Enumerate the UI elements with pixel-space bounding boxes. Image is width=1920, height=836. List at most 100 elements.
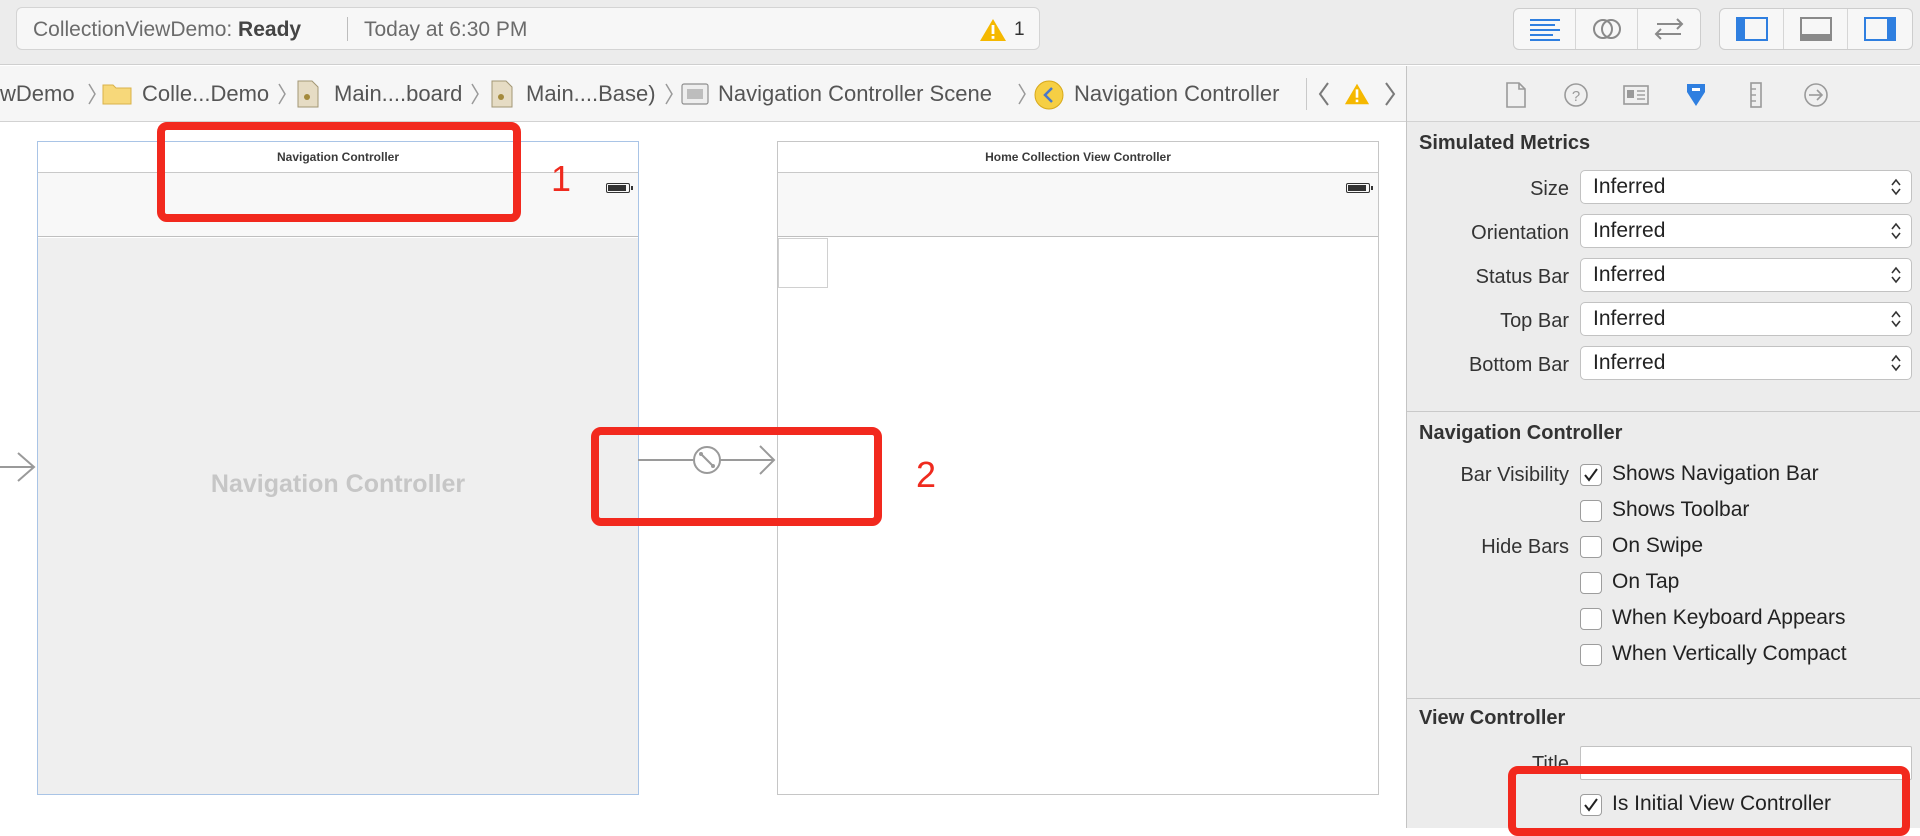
swap-arrows-icon bbox=[1654, 18, 1684, 40]
assistant-editor-button[interactable] bbox=[1576, 9, 1638, 49]
popup-value: Inferred bbox=[1593, 219, 1666, 242]
section-heading-simulated-metrics: Simulated Metrics bbox=[1419, 132, 1591, 154]
view-toggle-group bbox=[1719, 8, 1913, 50]
storyboard-canvas[interactable]: Navigation Controller Navigation Control… bbox=[0, 122, 1461, 828]
up-down-chevron-icon bbox=[1891, 354, 1901, 372]
chevron-right-icon bbox=[1018, 83, 1026, 105]
popup-value: Inferred bbox=[1593, 351, 1666, 374]
size-inspector-icon[interactable] bbox=[1741, 80, 1771, 110]
up-down-chevron-icon bbox=[1891, 310, 1901, 328]
field-label-top-bar: Top Bar bbox=[1500, 310, 1569, 332]
chevron-right-icon bbox=[88, 83, 96, 105]
right-panel-icon bbox=[1864, 17, 1896, 41]
checkbox-label: Shows Navigation Bar bbox=[1612, 462, 1819, 485]
chevron-left-icon[interactable] bbox=[1316, 80, 1332, 108]
status-time: Today at 6:30 PM bbox=[364, 18, 528, 41]
utilities-toggle-button[interactable] bbox=[1848, 9, 1912, 49]
file-inspector-icon[interactable] bbox=[1501, 80, 1531, 110]
status-bar-popup[interactable]: Inferred bbox=[1580, 258, 1912, 292]
checkbox-label: On Tap bbox=[1612, 570, 1680, 593]
version-editor-button[interactable] bbox=[1638, 9, 1700, 49]
connections-inspector-icon[interactable] bbox=[1801, 80, 1831, 110]
on-swipe-checkbox[interactable] bbox=[1580, 536, 1602, 558]
annotation-box-1 bbox=[157, 122, 521, 222]
align-lines-icon bbox=[1529, 19, 1560, 41]
field-label-orientation: Orientation bbox=[1471, 222, 1569, 244]
popup-value: Inferred bbox=[1593, 307, 1666, 330]
status-app-name: CollectionViewDemo: bbox=[33, 18, 239, 41]
navigation-controller-icon bbox=[1034, 80, 1064, 110]
jumpbar-divider bbox=[1306, 78, 1307, 110]
breadcrumb-scene[interactable]: Navigation Controller Scene bbox=[718, 66, 992, 121]
chevron-right-icon[interactable] bbox=[1382, 80, 1398, 108]
svg-text:?: ? bbox=[1572, 88, 1580, 105]
navigation-bar[interactable] bbox=[778, 173, 1378, 237]
annotation-box-3 bbox=[1508, 766, 1910, 836]
battery-icon bbox=[1346, 183, 1373, 193]
attributes-inspector: ? Simulated Metrics Size Inferred Orient… bbox=[1406, 66, 1920, 836]
activity-status-bar: CollectionViewDemo: Ready Today at 6:30 … bbox=[16, 7, 1040, 50]
window-toolbar: CollectionViewDemo: Ready Today at 6:30 … bbox=[0, 0, 1920, 65]
section-divider bbox=[1407, 698, 1920, 699]
status-state: Ready bbox=[238, 18, 302, 41]
section-heading-view-controller: View Controller bbox=[1419, 707, 1566, 729]
up-down-chevron-icon bbox=[1891, 222, 1901, 240]
field-label-status-bar: Status Bar bbox=[1475, 266, 1569, 288]
breadcrumb-project[interactable]: wDemo bbox=[0, 66, 75, 121]
checkbox-label: When Vertically Compact bbox=[1612, 642, 1847, 665]
checkmark-icon bbox=[1584, 468, 1598, 482]
identity-inspector-icon[interactable] bbox=[1621, 80, 1651, 110]
field-label-bottom-bar: Bottom Bar bbox=[1468, 354, 1569, 376]
shows-toolbar-checkbox[interactable] bbox=[1580, 500, 1602, 522]
debug-area-toggle-button[interactable] bbox=[1784, 9, 1848, 49]
storyboard-file-icon bbox=[491, 80, 513, 108]
warning-icon[interactable] bbox=[1344, 82, 1370, 106]
status-text: CollectionViewDemo: Ready bbox=[33, 8, 301, 51]
scene-icon bbox=[681, 83, 709, 105]
navigation-controller-scene[interactable]: Navigation Controller Navigation Control… bbox=[37, 141, 639, 795]
field-label-hide-bars: Hide Bars bbox=[1481, 536, 1569, 558]
status-separator bbox=[347, 17, 348, 41]
shows-navigation-bar-checkbox[interactable] bbox=[1580, 464, 1602, 486]
breadcrumb-group[interactable]: Colle...Demo bbox=[142, 66, 269, 121]
top-bar-popup[interactable]: Inferred bbox=[1580, 302, 1912, 336]
bottom-bar-popup[interactable]: Inferred bbox=[1580, 346, 1912, 380]
annotation-number-2: 2 bbox=[916, 454, 937, 495]
when-keyboard-appears-checkbox[interactable] bbox=[1580, 608, 1602, 630]
on-tap-checkbox[interactable] bbox=[1580, 572, 1602, 594]
inspector-tab-bar: ? bbox=[1407, 66, 1920, 122]
section-heading-navigation-controller: Navigation Controller bbox=[1419, 422, 1623, 444]
folder-icon bbox=[102, 84, 132, 105]
quick-help-icon[interactable]: ? bbox=[1561, 80, 1591, 110]
bottom-panel-icon bbox=[1799, 17, 1832, 41]
orientation-popup[interactable]: Inferred bbox=[1580, 214, 1912, 248]
checkbox-label: On Swipe bbox=[1612, 534, 1704, 557]
warning-count: 1 bbox=[1014, 19, 1025, 40]
left-panel-icon bbox=[1735, 17, 1768, 41]
popup-value: Inferred bbox=[1593, 263, 1666, 286]
warning-icon[interactable] bbox=[979, 18, 1007, 42]
breadcrumb-base-storyboard[interactable]: Main....Base) bbox=[526, 66, 656, 121]
field-label-size: Size bbox=[1530, 178, 1569, 200]
collection-view-cell[interactable] bbox=[778, 238, 828, 288]
when-vertically-compact-checkbox[interactable] bbox=[1580, 644, 1602, 666]
up-down-chevron-icon bbox=[1891, 178, 1901, 196]
annotation-number-1: 1 bbox=[551, 158, 572, 199]
annotation-box-2 bbox=[591, 427, 882, 526]
initial-entry-arrow-icon bbox=[0, 452, 36, 482]
navigator-toggle-button[interactable] bbox=[1720, 9, 1784, 49]
standard-editor-button[interactable] bbox=[1514, 9, 1576, 49]
checkbox-label: When Keyboard Appears bbox=[1612, 606, 1846, 629]
breadcrumb-controller[interactable]: Navigation Controller bbox=[1074, 66, 1279, 121]
chevron-right-icon bbox=[471, 83, 479, 105]
scene-body: Navigation Controller bbox=[38, 238, 638, 794]
chevron-right-icon bbox=[665, 83, 673, 105]
up-down-chevron-icon bbox=[1891, 266, 1901, 284]
battery-icon bbox=[606, 183, 633, 193]
size-popup[interactable]: Inferred bbox=[1580, 170, 1912, 204]
attributes-inspector-icon[interactable] bbox=[1681, 80, 1711, 110]
overlapping-circles-icon bbox=[1592, 19, 1621, 39]
editor-mode-group bbox=[1513, 8, 1701, 50]
chevron-right-icon bbox=[278, 83, 286, 105]
breadcrumb-storyboard[interactable]: Main....board bbox=[334, 66, 462, 121]
